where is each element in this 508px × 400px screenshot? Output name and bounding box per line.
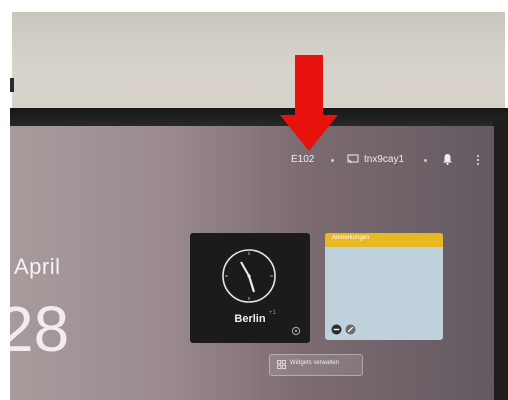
widgets-grid-icon [277,360,286,369]
edit-icon[interactable] [345,324,356,335]
room-label: E102 [291,154,315,165]
separator-dot [424,159,427,162]
separator-dot [331,159,334,162]
screen-cast-icon[interactable] [347,154,359,164]
wall-mark [10,78,14,92]
time-label: 28 [10,293,70,365]
settings-icon[interactable] [291,326,301,336]
clock-city-label: Berlin [234,313,266,325]
display-bezel-right [492,115,508,400]
notes-title: Anmerkungen [332,235,370,241]
photo-of-display: E102 tnx9cay1 . April 28 [0,0,508,400]
display-bezel-top [10,108,508,128]
clock-offset-label: +1 [269,310,276,316]
more-vertical-icon[interactable] [476,154,480,166]
date-label: . April [10,254,61,279]
manage-widgets-button[interactable]: Widgets verwalten [269,354,363,376]
photo-margin-top [0,0,508,12]
status-bar: E102 tnx9cay1 [10,151,494,171]
wall [10,10,505,120]
notes-widget[interactable]: Anmerkungen [325,233,443,340]
manage-widgets-label: Widgets verwalten [290,360,340,366]
notes-header: Anmerkungen [325,233,443,247]
remove-icon[interactable] [331,324,342,335]
user-label[interactable]: tnx9cay1 [364,154,404,165]
display-screen: E102 tnx9cay1 . April 28 [10,126,494,400]
world-clock-widget[interactable]: Berlin +1 [190,233,310,343]
annotation-arrow [280,55,338,151]
analog-clock-face [222,249,276,303]
bell-icon[interactable] [442,153,453,165]
